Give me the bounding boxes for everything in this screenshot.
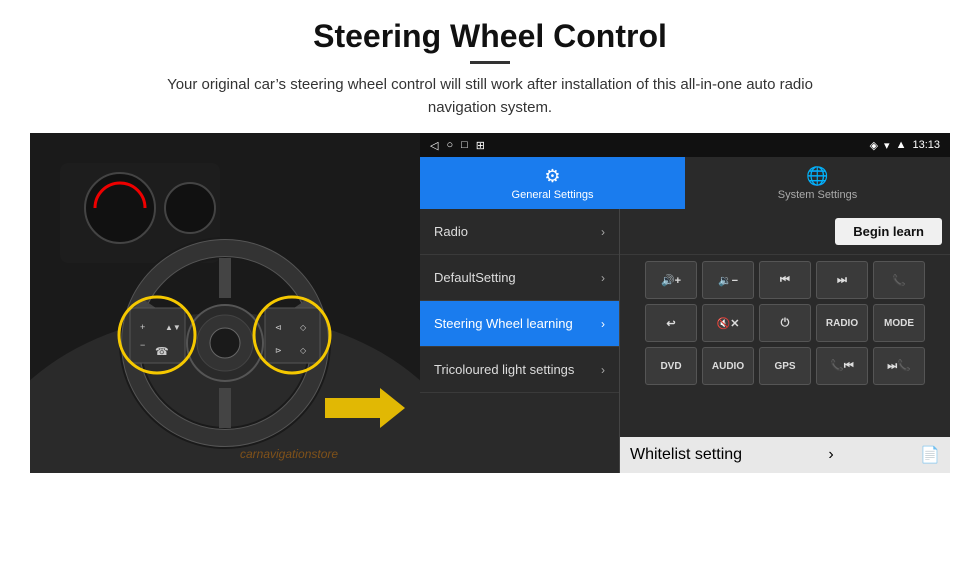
wifi-icon: ▲ [896,139,907,151]
status-right: ◈ ▾ ▲ 13:13 [870,139,940,152]
svg-text:▲▼: ▲▼ [165,323,181,332]
svg-text:◇: ◇ [300,346,307,355]
vol-down-icon: 🔉− [718,274,738,287]
begin-learn-row: Begin learn [620,209,950,255]
android-main-content: Radio › DefaultSetting › Steering Wheel … [420,209,950,473]
whitelist-chevron: › [828,446,833,464]
tab-system-label: System Settings [778,189,857,201]
audio-label: AUDIO [712,361,744,372]
android-ui: ◁ ○ □ ⊞ ◈ ▾ ▲ 13:13 ⚙ General Settings [420,133,950,473]
menu-radio-label: Radio [434,224,468,239]
prev-track-button[interactable]: ⏮ [759,261,811,299]
tel-prev-button[interactable]: 📞⏮ [816,347,868,385]
mode-label: MODE [884,318,914,329]
menu-default-label: DefaultSetting [434,270,516,285]
control-row-3: DVD AUDIO GPS 📞⏮ [626,347,944,385]
signal-icon: ▾ [884,139,890,152]
svg-text:carnavigationstore: carnavigationstore [240,447,338,461]
dvd-label: DVD [660,361,681,372]
mute-button[interactable]: 🔇✕ [702,304,754,342]
svg-text:◇: ◇ [300,323,307,332]
mute-icon: 🔇✕ [717,317,740,330]
control-row-1: 🔊+ 🔉− ⏮ ⏭ 📞 [626,261,944,299]
page-subtitle: Your original car’s steering wheel contr… [140,74,840,119]
vol-up-icon: 🔊+ [661,274,681,287]
status-nav-icons: ◁ ○ □ ⊞ [430,139,485,152]
menu-item-default-setting[interactable]: DefaultSetting › [420,255,619,301]
menu-item-steering-wheel[interactable]: Steering Wheel learning › [420,301,619,347]
chevron-icon: › [601,317,605,331]
menu-list: Radio › DefaultSetting › Steering Wheel … [420,209,620,473]
radio-label: RADIO [826,318,858,329]
tel-next-icon: ⏭📞 [887,359,911,373]
control-grid: 🔊+ 🔉− ⏮ ⏭ 📞 [620,255,950,437]
whitelist-file-icon: 📄 [920,445,940,465]
clock: 13:13 [912,139,940,151]
gear-icon: ⚙ [544,166,560,187]
tab-system-settings[interactable]: 🌐 System Settings [685,157,950,209]
hangup-button[interactable]: ↩ [645,304,697,342]
next-icon: ⏭ [837,274,847,287]
home-icon: ○ [446,139,453,151]
menu-steering-label: Steering Wheel learning [434,316,573,331]
begin-learn-button[interactable]: Begin learn [835,218,942,245]
chevron-icon: › [601,363,605,377]
svg-text:⊳: ⊳ [275,346,282,355]
control-row-2: ↩ 🔇✕ ⏻ RADIO MO [626,304,944,342]
menu-tricolour-label: Tricoloured light settings [434,362,574,377]
settings-icon: ⊞ [476,139,485,152]
car-image: + − ▲▼ ☎ ⊲ ◇ ⊳ ◇ [30,133,420,473]
hangup-icon: ↩ [666,317,675,330]
whitelist-label: Whitelist setting [630,446,742,464]
gps-button[interactable]: GPS [759,347,811,385]
recent-icon: □ [461,139,468,151]
android-tabs: ⚙ General Settings 🌐 System Settings [420,157,950,209]
power-button[interactable]: ⏻ [759,304,811,342]
vol-down-button[interactable]: 🔉− [702,261,754,299]
prev-icon: ⏮ [780,274,790,287]
right-panel: Begin learn 🔊+ 🔉− [620,209,950,473]
whitelist-bar: Whitelist setting › 📄 [620,437,950,473]
svg-text:+: + [140,322,145,332]
location-icon: ◈ [870,139,878,152]
tab-general-settings[interactable]: ⚙ General Settings [420,157,685,209]
mode-button[interactable]: MODE [873,304,925,342]
tab-general-label: General Settings [512,189,594,201]
menu-item-tricolour[interactable]: Tricoloured light settings › [420,347,619,393]
dvd-button[interactable]: DVD [645,347,697,385]
page-title: Steering Wheel Control [313,18,667,55]
tel-prev-icon: 📞⏮ [830,359,854,373]
next-track-button[interactable]: ⏭ [816,261,868,299]
svg-text:☎: ☎ [155,346,169,358]
back-icon: ◁ [430,139,438,152]
tel-next-button[interactable]: ⏭📞 [873,347,925,385]
chevron-icon: › [601,271,605,285]
audio-button[interactable]: AUDIO [702,347,754,385]
globe-icon: 🌐 [806,166,828,187]
title-divider [470,61,510,64]
radio-button[interactable]: RADIO [816,304,868,342]
status-bar: ◁ ○ □ ⊞ ◈ ▾ ▲ 13:13 [420,133,950,157]
gps-label: GPS [774,361,795,372]
power-icon: ⏻ [781,317,790,330]
menu-item-radio[interactable]: Radio › [420,209,619,255]
svg-text:⊲: ⊲ [275,323,282,332]
vol-up-button[interactable]: 🔊+ [645,261,697,299]
svg-text:−: − [140,340,145,350]
content-row: + − ▲▼ ☎ ⊲ ◇ ⊳ ◇ [30,133,950,473]
call-button[interactable]: 📞 [873,261,925,299]
chevron-icon: › [601,225,605,239]
call-icon: 📞 [892,274,906,287]
